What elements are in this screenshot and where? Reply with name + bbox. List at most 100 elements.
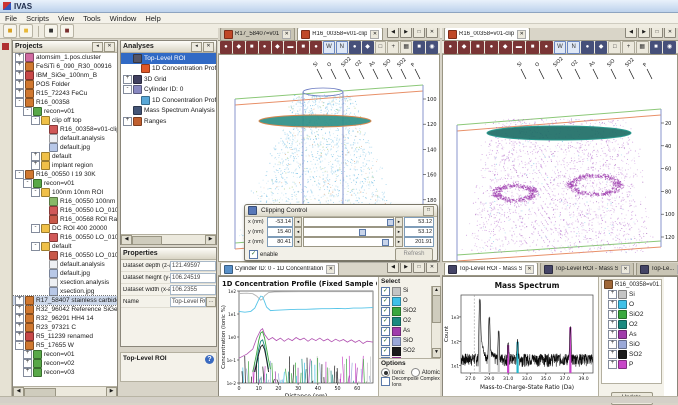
view-tab[interactable]: Top-Le...✕ [636,263,678,275]
tree-item[interactable]: +recon=v01 [13,350,117,359]
tree-item[interactable]: default.jpg [13,143,117,152]
view-tab[interactable]: R17_58407=v01✕ [220,28,295,40]
analyses-close-button[interactable]: ✕ [203,42,214,52]
isosurface-icon[interactable]: ◆ [362,41,374,54]
pan-icon[interactable]: ■ [246,41,258,54]
tree-item[interactable]: +R5_11239 renamed [13,332,117,341]
isosurface-icon[interactable]: ◆ [595,41,608,54]
collapse-icon[interactable]: - [23,107,32,116]
range-editor-icon[interactable]: ■ [44,24,58,38]
ion-checkbox[interactable]: ✓ [381,307,390,316]
expand-icon[interactable]: + [31,161,40,170]
menu-view[interactable]: View [58,14,74,23]
probe-icon[interactable]: ● [540,41,553,54]
decompose-checkbox[interactable] [381,377,390,386]
tree-item[interactable]: +O2 [602,319,661,329]
probe-icon[interactable]: ● [310,41,322,54]
expand-icon[interactable]: + [23,350,32,359]
settings-icon[interactable]: ◉ [663,41,676,54]
snapshot-icon[interactable]: ■ [413,41,425,54]
clipping-dialog-pin-button[interactable]: □ [423,206,434,216]
preferences-icon[interactable]: ■ [60,24,74,38]
scroll-track[interactable] [24,388,106,395]
tree-item[interactable]: R16_00358=v01-clip.pos [13,125,117,134]
pane-prev-button[interactable]: ◀ [625,28,637,38]
view-tab[interactable]: Top-Level ROI - Mass Spectrum✕ [444,263,538,275]
tree-item[interactable]: -Cylinder ID: 0 [121,85,216,96]
spin-right-icon[interactable]: ► [395,237,403,247]
new-project-icon[interactable]: ■ [3,24,17,38]
tree-item[interactable]: +Si [602,289,661,299]
expand-icon[interactable]: + [15,332,24,341]
tree-item[interactable]: -recon=v01 [13,179,117,188]
clipping-control-dialog[interactable]: Clipping Control □ x (nm)-53.14◄►53.12y … [244,204,438,261]
tree-item[interactable]: default.jpg [13,269,117,278]
ion-checkbox[interactable]: ✓ [381,347,390,356]
atoms-icon[interactable]: ● [349,41,361,54]
west-view-icon[interactable]: W [323,41,335,54]
collapse-icon[interactable]: - [23,179,32,188]
scroll-track[interactable] [132,236,205,243]
ion-checkbox[interactable]: ✓ [381,317,390,326]
clip-max-value[interactable]: 53.12 [404,217,434,227]
expand-icon[interactable]: + [15,71,24,80]
expand-icon[interactable]: + [31,152,40,161]
expand-icon[interactable]: + [23,359,32,368]
clip-slider-handle[interactable] [382,239,389,246]
ion-list-scrollbar[interactable]: ▲ ▼ [431,286,440,358]
tree-item[interactable]: R16_00550 100nm 10nm Pro... [13,197,117,206]
pane-close-button[interactable]: ✕ [664,28,676,38]
expand-icon[interactable]: + [15,296,24,305]
spin-right-icon[interactable]: ► [395,227,403,237]
tree-item[interactable]: 1D Concentration Profile - Y-axis [0] [121,64,216,75]
clip-slider[interactable] [303,227,394,237]
spin-left-icon[interactable]: ◄ [294,217,302,227]
tree-item[interactable]: +SO2 [602,349,661,359]
tree-item[interactable]: Mass Spectrum Analysis [121,106,216,117]
projects-close-button[interactable]: ✕ [104,42,115,52]
tree-item[interactable]: -100nm 10nm ROI [13,188,117,197]
tree-item[interactable]: -R16_00358 [13,98,117,107]
ion-list-scroll-thumb[interactable] [432,295,441,323]
expand-icon[interactable]: + [15,62,24,71]
tree-item[interactable]: -clip off top [13,116,117,125]
atomic-radio[interactable] [411,368,420,377]
pane-next-button[interactable]: ▶ [400,263,412,273]
expand-icon[interactable]: + [123,117,132,126]
fly-icon[interactable]: ◆ [499,41,512,54]
collapse-icon[interactable]: - [15,98,24,107]
projects-hscrollbar[interactable]: ◀▶ [13,386,117,396]
expand-icon[interactable]: + [608,350,617,359]
rotate-icon[interactable]: ◆ [458,41,471,54]
help-icon[interactable]: ? [205,355,214,364]
tree-item[interactable]: +IBM_SiGe_100nm_B [13,71,117,80]
pane-prev-button[interactable]: ◀ [387,28,399,38]
grid-toggle-icon[interactable]: ▦ [636,41,649,54]
tree-item[interactable]: 1D Concentration Profile - Z-axis [121,95,216,106]
property-value[interactable]: 121.49597 [170,261,216,271]
clip-min-value[interactable]: 80.41 [267,237,293,247]
settings-icon[interactable]: ◉ [426,41,438,54]
pane-close-button[interactable]: ✕ [426,28,438,38]
tree-item[interactable]: +R32_96042 Reference SiGeB with LAWA [13,305,117,314]
pan-icon[interactable]: ■ [471,41,484,54]
tree-item[interactable]: +SiO [602,339,661,349]
tab-close-icon[interactable]: ✕ [282,30,291,39]
slice-icon[interactable]: ■ [526,41,539,54]
fly-icon[interactable]: ◆ [272,41,284,54]
clip-slider-handle[interactable] [359,229,366,236]
axes-icon[interactable]: + [622,41,635,54]
menu-file[interactable]: File [5,14,17,23]
ruler-icon[interactable]: ▬ [513,41,526,54]
projects-collapse-button[interactable]: ◂ [92,42,103,52]
menu-tools[interactable]: Tools [83,14,101,23]
enable-checkbox[interactable]: ✓ [249,250,258,259]
tree-item[interactable]: R16_00550 LO_01020 HfTiN_ [13,206,117,215]
tree-item[interactable]: -R16_00550 I 19 30K [13,170,117,179]
scroll-thumb[interactable] [132,236,162,245]
zoom-icon[interactable]: ● [259,41,271,54]
tree-item[interactable]: +implant region [13,161,117,170]
pane-maximize-button[interactable]: □ [651,28,663,38]
pane-next-button[interactable]: ▶ [638,28,650,38]
tree-item[interactable]: -DC ROI 400 20000 [13,224,117,233]
